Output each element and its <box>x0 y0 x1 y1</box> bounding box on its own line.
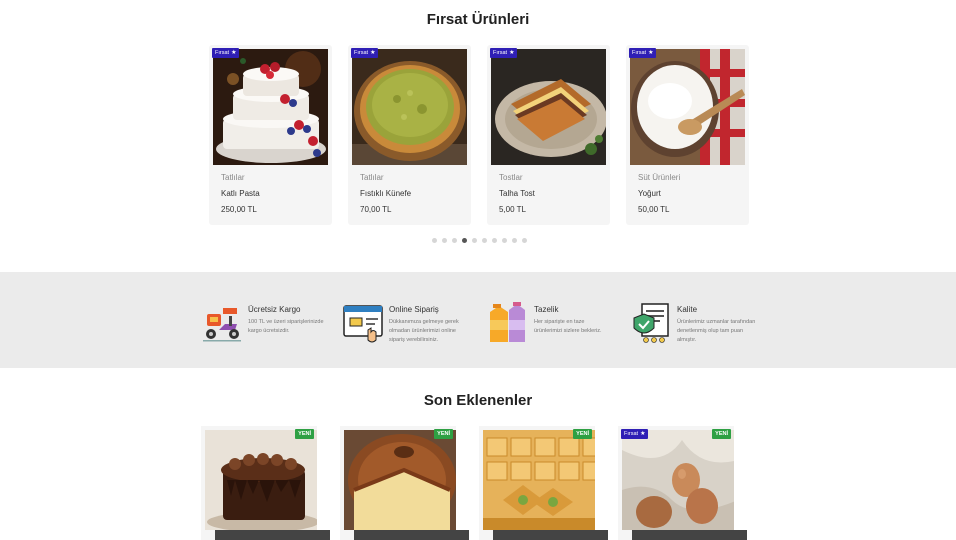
product-category: Tatlılar <box>221 173 245 182</box>
firsat-badge-label: Fırsat <box>624 431 639 437</box>
product-name[interactable]: Katlı Pasta <box>221 189 260 198</box>
son-eklenenler-grid: YENİ YENİ YENİ Fırsat ★ YENİ <box>201 426 734 540</box>
carousel-dot[interactable] <box>462 238 467 243</box>
online-order-icon <box>342 302 384 344</box>
card-bottom-strip <box>215 530 330 540</box>
product-category: Tostlar <box>499 173 523 182</box>
product-name[interactable]: Talha Tost <box>499 189 535 198</box>
feature-description: Dükkanımıza gelmeye gerek olmadan ürünle… <box>389 319 459 343</box>
firsat-badge: Fırsat ★ <box>351 48 379 58</box>
feature-quality: Kalite Ürünlerimiz uzmanlar tarafından d… <box>630 302 770 347</box>
product-card-fistikli-kunefe[interactable]: Fırsat ★ Tatlılar Fıstıklı Künefe 70,00 T… <box>348 45 471 225</box>
star-icon: ★ <box>231 50 237 56</box>
product-card-chocolate-cake[interactable]: YENİ <box>201 426 317 540</box>
son-eklenenler-section-title: Son Eklenenler <box>423 392 533 409</box>
carousel-pagination <box>432 238 527 243</box>
firsat-product-carousel: Fırsat ★ Tatlılar Katlı Pasta 250,00 TL … <box>209 45 749 225</box>
product-category: Tatlılar <box>360 173 384 182</box>
carousel-dot[interactable] <box>442 238 447 243</box>
product-card-bundt-cake[interactable]: YENİ <box>340 426 456 540</box>
product-image-bundt-cake[interactable] <box>344 430 456 530</box>
product-image-chocolate-cake[interactable] <box>205 430 317 530</box>
feature-title: Online Sipariş <box>389 305 439 314</box>
feature-title: Kalite <box>677 305 698 314</box>
features-band: Ücretsiz Kargo 100 TL ve üzeri siparişle… <box>0 272 956 368</box>
delivery-scooter-icon <box>201 302 243 344</box>
feature-title: Ücretsiz Kargo <box>248 305 301 314</box>
star-icon: ★ <box>640 431 646 437</box>
firsat-badge-label: Fırsat <box>215 50 230 56</box>
product-image-kunefe[interactable] <box>352 49 467 165</box>
product-name[interactable]: Yoğurt <box>638 189 661 198</box>
firsat-section-title: Fırsat Ürünleri <box>426 11 530 28</box>
card-bottom-strip <box>493 530 608 540</box>
feature-description: 100 TL ve üzeri siparişlerinizde kargo ü… <box>248 319 324 334</box>
feature-freshness: Tazelik Her siparişte en taze ürünlerimi… <box>487 302 627 347</box>
firsat-badge-label: Fırsat <box>632 50 647 56</box>
carousel-dot[interactable] <box>522 238 527 243</box>
feature-description: Her siparişte en taze ürünlerimizi sizle… <box>534 319 602 334</box>
carousel-dot[interactable] <box>432 238 437 243</box>
product-card-katli-pasta[interactable]: Fırsat ★ Tatlılar Katlı Pasta 250,00 TL <box>209 45 332 225</box>
carousel-dot[interactable] <box>492 238 497 243</box>
firsat-badge: Fırsat ★ <box>621 429 649 439</box>
milk-cartons-icon <box>487 302 529 344</box>
card-bottom-strip <box>354 530 469 540</box>
product-category: Süt Ürünleri <box>638 173 681 182</box>
product-card-talha-tost[interactable]: Fırsat ★ Tostlar Talha Tost 5,00 TL <box>487 45 610 225</box>
product-price: 250,00 TL <box>221 205 257 214</box>
product-image-baklava[interactable] <box>483 430 595 530</box>
feature-online-order: Online Sipariş Dükkanımıza gelmeye gerek… <box>342 302 482 347</box>
product-card-baklava[interactable]: YENİ <box>479 426 595 540</box>
carousel-dot[interactable] <box>452 238 457 243</box>
product-image-yogurt[interactable] <box>630 49 745 165</box>
carousel-dot[interactable] <box>482 238 487 243</box>
firsat-badge: Fırsat ★ <box>212 48 240 58</box>
carousel-dot[interactable] <box>472 238 477 243</box>
product-price: 70,00 TL <box>360 205 392 214</box>
firsat-badge-label: Fırsat <box>493 50 508 56</box>
yeni-badge: YENİ <box>712 429 731 439</box>
firsat-badge: Fırsat ★ <box>490 48 518 58</box>
product-image-toast[interactable] <box>491 49 606 165</box>
carousel-dot[interactable] <box>512 238 517 243</box>
star-icon: ★ <box>509 50 515 56</box>
yeni-badge: YENİ <box>573 429 592 439</box>
feature-description: Ürünlerimiz uzmanlar tarafından denetlen… <box>677 319 756 343</box>
firsat-badge-label: Fırsat <box>354 50 369 56</box>
quality-certificate-icon <box>630 302 672 344</box>
product-name[interactable]: Fıstıklı Künefe <box>360 189 411 198</box>
product-card-yogurt[interactable]: Fırsat ★ Süt Ürünleri Yoğurt 50,00 TL <box>626 45 749 225</box>
feature-title: Tazelik <box>534 305 559 314</box>
product-image-layered-cake[interactable] <box>213 49 328 165</box>
carousel-dot[interactable] <box>502 238 507 243</box>
product-price: 50,00 TL <box>638 205 670 214</box>
product-image-eggs[interactable] <box>622 430 734 530</box>
firsat-badge: Fırsat ★ <box>629 48 657 58</box>
product-card-eggs[interactable]: Fırsat ★ YENİ <box>618 426 734 540</box>
card-bottom-strip <box>632 530 747 540</box>
star-icon: ★ <box>648 50 654 56</box>
star-icon: ★ <box>370 50 376 56</box>
yeni-badge: YENİ <box>295 429 314 439</box>
yeni-badge: YENİ <box>434 429 453 439</box>
feature-free-shipping: Ücretsiz Kargo 100 TL ve üzeri siparişle… <box>201 302 341 347</box>
product-price: 5,00 TL <box>499 205 526 214</box>
